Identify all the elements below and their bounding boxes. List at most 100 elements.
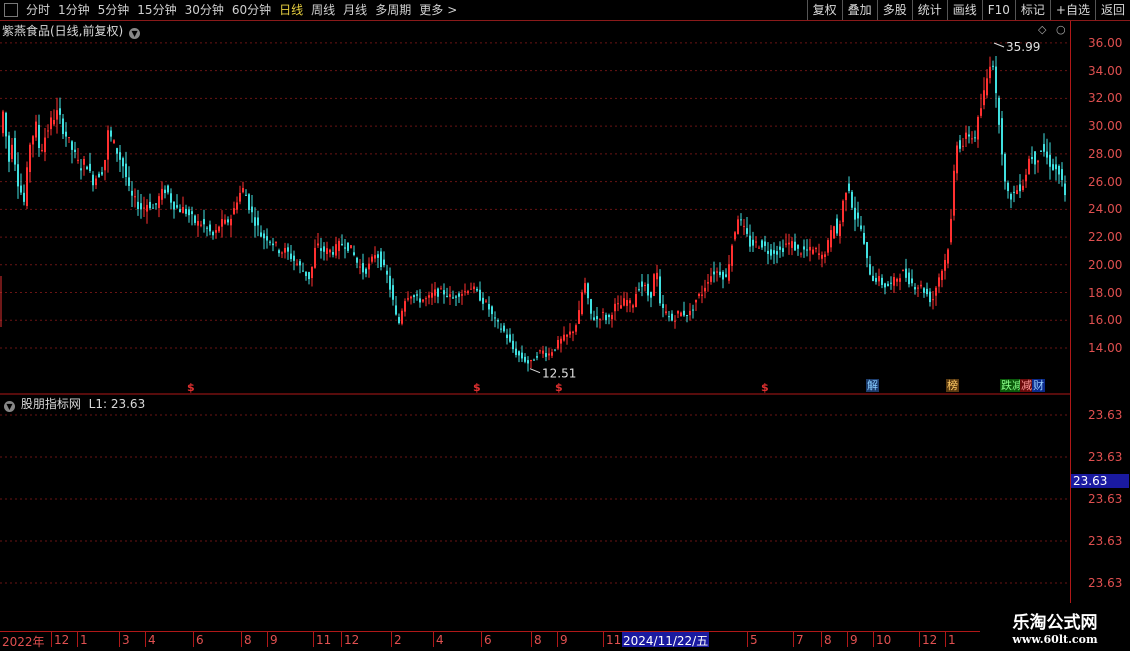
period-tab-4[interactable]: 30分钟 [181,0,228,20]
date-tick-1 [51,632,52,647]
period-tab-2[interactable]: 5分钟 [94,0,134,20]
candle-body-354 [1064,183,1066,196]
candle-body-85 [257,217,259,226]
high-marker-label: 35.99 [1006,40,1040,54]
candle-body-261 [785,243,787,245]
candle-body-115 [347,242,349,251]
period-tab-7[interactable]: 周线 [307,0,339,20]
candle-body-217 [653,274,655,296]
candle-body-325 [977,116,979,140]
candle-body-96 [290,253,292,259]
candle-body-322 [968,134,970,137]
candle-body-150 [452,297,454,299]
candle-body-99 [299,261,301,266]
candle-body-86 [260,232,262,237]
candle-body-34 [104,159,106,171]
candle-body-308 [926,288,928,295]
candle-body-330 [992,65,994,67]
candle-body-266 [800,253,802,255]
candle-body-227 [683,310,685,316]
toolbar-button-1[interactable]: 叠加 [841,0,877,20]
chevron-down-icon[interactable]: ▼ [129,28,141,39]
candle-body-58 [176,205,178,208]
toolbar-button-2[interactable]: 多股 [876,0,912,20]
candle-body-324 [974,137,976,139]
candle-body-126 [380,251,382,268]
chevron-down-icon[interactable]: ▼ [4,401,15,412]
candle-body-319 [959,140,961,149]
date-label-11: 4 [436,633,444,647]
candle-body-163 [491,306,493,315]
candle-body-39 [119,152,121,160]
candle-body-144 [434,289,436,296]
date-tick-4 [145,632,146,647]
candle-body-5 [17,164,19,187]
diamond-icon[interactable]: ◇ [1038,23,1046,36]
candle-body-285 [857,212,859,219]
candle-body-210 [632,305,634,308]
badge-unlock[interactable]: 解 [866,379,879,392]
kline-chart-svg[interactable]: 35.9912.51$ $ $ $ [0,21,1070,631]
candle-body-130 [392,285,394,300]
toolbar-button-3[interactable]: 统计 [911,0,947,20]
candle-body-269 [809,246,811,251]
candle-body-156 [470,288,472,290]
toolbar-button-0[interactable]: 复权 [806,0,842,20]
candle-body-198 [596,316,598,320]
candle-body-107 [323,246,325,252]
badge-rank[interactable]: 榜 [946,379,959,392]
candle-body-87 [263,233,265,239]
candle-body-52 [158,196,160,208]
candle-body-236 [710,276,712,282]
candle-body-10 [32,136,34,145]
candle-body-133 [401,310,403,324]
candle-body-4 [14,138,16,165]
toolbar-button-5[interactable]: F10 [981,0,1015,20]
candle-body-137 [413,295,415,298]
sub-pane-title: ▼ 股朋指标网 L1: 23.63 [2,395,145,412]
candle-body-65 [197,220,199,226]
chart-area[interactable]: 35.99 12.51 $ $ $ $ 紫燕食品(日线,前复权) ▼ ◇ ○ ▼ 股朋指标… [0,21,1070,631]
period-tab-1[interactable]: 1分钟 [54,0,94,20]
toolbar-button-4[interactable]: 画线 [946,0,982,20]
period-tab-0[interactable]: 分时 [22,0,54,20]
candle-body-207 [623,298,625,306]
candle-body-346 [1040,150,1042,152]
candle-body-256 [770,249,772,256]
candle-body-248 [746,228,748,234]
candle-body-18 [56,110,58,120]
candle-body-121 [365,268,367,274]
chevron-right-icon[interactable]: > [447,0,461,20]
toolbar-button-8[interactable]: 返回 [1094,0,1130,20]
candle-body-139 [419,298,421,303]
candle-body-122 [368,263,370,270]
period-tab-5[interactable]: 60分钟 [228,0,275,20]
candle-body-161 [485,300,487,302]
candle-body-136 [410,296,412,299]
period-tab-6[interactable]: 日线 [275,0,307,20]
date-tick-3 [119,632,120,647]
candle-body-191 [575,325,577,332]
candle-body-291 [875,277,877,282]
candle-body-170 [512,340,514,350]
candle-body-258 [776,251,778,255]
candle-body-331 [995,66,997,94]
candle-body-30 [92,174,94,186]
period-tab-8[interactable]: 月线 [339,0,371,20]
candle-body-238 [716,271,718,273]
candle-body-20 [62,118,64,134]
candle-body-159 [479,289,481,301]
toolbar-button-6[interactable]: 标记 [1014,0,1050,20]
period-tab-10[interactable]: 更多 [415,0,447,20]
candle-body-113 [341,243,343,245]
period-tab-3[interactable]: 15分钟 [133,0,180,20]
date-tick-6 [241,632,242,647]
candle-body-119 [359,266,361,268]
window-grip-icon[interactable] [4,3,18,17]
badge-finance[interactable]: 财 [1032,379,1045,392]
toolbar-button-7[interactable]: +自选 [1049,0,1095,20]
candle-body-187 [563,334,565,341]
period-tab-9[interactable]: 多周期 [371,0,415,20]
circle-icon[interactable]: ○ [1056,23,1066,36]
candle-body-276 [830,230,832,248]
